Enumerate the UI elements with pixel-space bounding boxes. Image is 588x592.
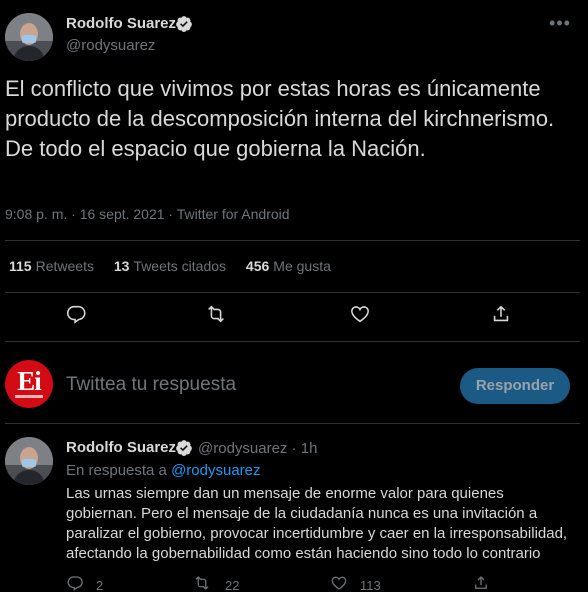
reply-input[interactable]: Twittea tu respuesta — [66, 374, 236, 396]
likes-stat[interactable]: 456 Me gusta — [246, 258, 331, 274]
logo-underline — [15, 395, 43, 398]
tweet-stats: 115 Retweets 13 Tweets citados 456 Me gusta — [9, 258, 347, 274]
retweets-label: Retweets — [35, 258, 94, 274]
retweets-stat[interactable]: 115 Retweets — [9, 258, 94, 274]
retweet-icon[interactable] — [193, 574, 217, 592]
logo-text: Ei — [17, 366, 42, 396]
author-avatar[interactable] — [5, 437, 53, 485]
tweet-actions: 2 22 113 — [0, 574, 588, 592]
retweet-icon[interactable] — [205, 303, 229, 327]
author-handle[interactable]: @rodysuarez — [66, 37, 155, 54]
reply-tweet[interactable]: Rodolfo Suarez @rodysuarez · 1h En respu… — [0, 424, 588, 592]
tweet-text: El conflicto que vivimos por estas horas… — [5, 76, 555, 161]
likes-label: Me gusta — [273, 258, 331, 274]
share-icon[interactable] — [490, 303, 514, 327]
account-logo[interactable]: Ei — [5, 360, 53, 408]
tweet-actions — [0, 303, 588, 331]
like-icon[interactable] — [330, 574, 354, 592]
author-avatar[interactable] — [5, 13, 53, 61]
reply-count: 2 — [96, 578, 104, 592]
tweet-timestamp[interactable]: 9:08 p. m. · 16 sept. 2021 · Twitter for… — [5, 206, 290, 222]
quote-tweets-stat[interactable]: 13 Tweets citados — [114, 258, 226, 274]
likes-count: 456 — [245, 258, 270, 274]
verified-badge-icon — [176, 16, 192, 32]
retweets-count: 115 — [9, 258, 32, 274]
quotes-label: Tweets citados — [133, 258, 227, 274]
more-options-icon[interactable]: ••• — [548, 13, 572, 33]
reply-button[interactable]: Responder — [460, 368, 570, 404]
quotes-count: 13 — [113, 258, 130, 274]
reply-prefix: En respuesta a — [66, 462, 167, 479]
author-name[interactable]: Rodolfo Suarez — [66, 15, 176, 32]
author-name[interactable]: Rodolfo Suarez — [66, 439, 176, 456]
tweet-text: Las urnas siempre dan un mensaje de enor… — [66, 485, 568, 562]
like-count: 113 — [360, 578, 381, 592]
reply-icon[interactable] — [65, 303, 89, 327]
divider — [5, 240, 580, 241]
main-tweet: Rodolfo Suarez @rodysuarez ••• El confli… — [0, 0, 588, 342]
divider — [5, 292, 580, 293]
reply-context: En respuesta a @rodysuarez — [66, 462, 261, 479]
verified-badge-icon — [176, 440, 192, 456]
share-icon[interactable] — [472, 574, 496, 592]
retweet-count: 22 — [225, 578, 240, 592]
reply-icon[interactable] — [66, 574, 90, 592]
like-icon[interactable] — [349, 303, 373, 327]
reply-composer: Ei Twittea tu respuesta Responder — [0, 342, 588, 424]
reply-target-link[interactable]: @rodysuarez — [171, 462, 260, 479]
author-handle-time[interactable]: @rodysuarez · 1h — [198, 440, 317, 457]
